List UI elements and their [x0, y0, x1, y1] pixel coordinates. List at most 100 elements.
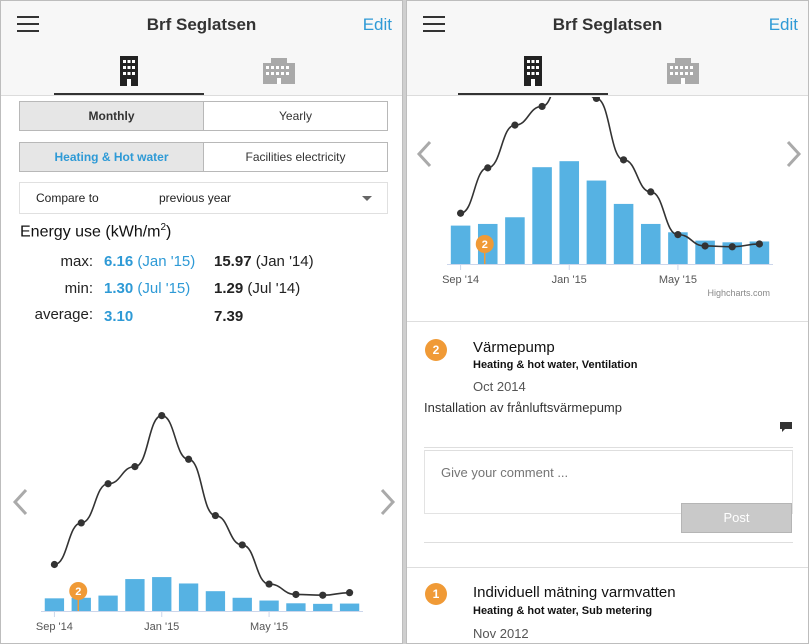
edit-button[interactable]: Edit	[363, 15, 392, 35]
chevron-left-icon[interactable]	[415, 139, 435, 169]
divider	[407, 567, 808, 568]
comment-icon[interactable]	[779, 421, 793, 433]
chart-bar	[505, 217, 525, 264]
chart-line-point	[184, 455, 193, 463]
category-electricity-button[interactable]: Facilities electricity	[203, 143, 387, 171]
chart-bar	[613, 203, 634, 264]
chart-bar	[178, 583, 199, 611]
note-date: Oct 2014	[473, 379, 526, 394]
chart-credits: Highcharts.com	[707, 288, 770, 298]
chart-line-point	[728, 243, 736, 251]
chart-line-point	[319, 591, 327, 599]
note-number-badge[interactable]: 1	[425, 583, 447, 605]
chart-bar	[259, 600, 279, 611]
chart-bar	[44, 598, 65, 611]
chart-line-point	[647, 188, 655, 196]
stat-current-average: 3.10	[104, 308, 134, 325]
tab-apartments[interactable]	[204, 51, 354, 95]
chart-line-point	[345, 589, 354, 597]
note-date: Nov 2012	[473, 626, 529, 641]
note-title: Värmepump	[473, 339, 555, 356]
chart-line-point	[619, 156, 628, 164]
x-tick-label: May '15	[659, 274, 697, 286]
x-tick-label: Sep '14	[442, 274, 479, 286]
dropdown-caret-icon	[362, 196, 372, 201]
compare-value: previous year	[159, 191, 232, 205]
stat-current-min: 1.30 (Jul '15)	[104, 280, 191, 297]
chart-bar	[586, 180, 607, 264]
chart-series-line	[54, 414, 350, 597]
building-icon	[120, 56, 138, 86]
category-selector: Heating & Hot water Facilities electrici…	[19, 142, 388, 172]
chart-bar	[532, 167, 552, 264]
chart-bar	[559, 161, 580, 264]
chart-bar	[98, 595, 118, 611]
energy-use-title: Energy use (kWh/m2)	[20, 222, 172, 241]
chart-line-point	[674, 231, 682, 239]
divider	[424, 542, 793, 543]
tab-building[interactable]	[54, 51, 204, 95]
period-yearly-button[interactable]: Yearly	[203, 102, 387, 130]
chart-bar	[125, 579, 145, 611]
chart-line-point	[265, 580, 273, 588]
stat-previous-average: 7.39	[214, 308, 244, 325]
x-tick-label: Sep '14	[36, 621, 73, 633]
chart-bar	[313, 603, 333, 611]
chart-bar	[232, 597, 252, 611]
compare-dropdown[interactable]: Compare to previous year	[19, 182, 388, 214]
tab-apartments[interactable]	[608, 51, 758, 95]
chart-line-point	[755, 240, 764, 248]
edit-button[interactable]: Edit	[769, 15, 798, 35]
chart-line-point	[701, 242, 709, 250]
chart-line-point	[484, 164, 492, 172]
tab-building[interactable]	[458, 51, 608, 95]
x-tick-label: Jan '15	[144, 621, 179, 633]
x-tick-label: Jan '15	[552, 274, 587, 286]
tab-active-indicator	[54, 93, 204, 95]
left-panel: Brf Seglatsen Edit Monthly Yearly Heatin…	[0, 0, 403, 644]
chart-line-point	[292, 590, 300, 599]
note-description: Installation av frånluftsvärmepump	[424, 400, 622, 415]
note-number-badge[interactable]: 2	[425, 339, 447, 361]
chart-line-point	[131, 463, 139, 471]
stat-label-min: min:	[64, 280, 93, 297]
app-header: Brf Seglatsen Edit	[1, 1, 402, 96]
chart-line-point	[77, 519, 85, 527]
chart-bar	[286, 603, 306, 611]
chart-bar	[450, 225, 471, 264]
stat-current-max: 6.16 (Jan '15)	[104, 253, 196, 270]
note-marker-label: 2	[75, 586, 81, 598]
period-monthly-button[interactable]: Monthly	[20, 102, 203, 130]
compare-label: Compare to	[36, 191, 99, 205]
apartment-block-icon	[263, 58, 295, 84]
building-icon	[524, 56, 542, 86]
note-tags: Heating & hot water, Ventilation	[473, 359, 638, 371]
chart-bar	[71, 597, 91, 611]
stat-label-average: average:	[34, 306, 93, 323]
energy-chart: Sep '14 Jan '15 May '15 2 Highcharts.com	[442, 97, 773, 298]
chart-bar	[640, 223, 661, 264]
post-button[interactable]: Post	[681, 503, 792, 533]
tab-active-indicator	[458, 93, 608, 95]
stat-previous-max: 15.97 (Jan '14)	[214, 253, 314, 270]
category-heating-button[interactable]: Heating & Hot water	[20, 143, 203, 171]
note-tags: Heating & hot water, Sub metering	[473, 605, 653, 617]
note-marker-label: 2	[482, 239, 488, 251]
chart-line-point	[158, 412, 166, 420]
chevron-right-icon[interactable]	[783, 139, 803, 169]
app-title: Brf Seglatsen	[552, 15, 663, 34]
chart-line-point	[50, 560, 59, 569]
app-title: Brf Seglatsen	[146, 15, 257, 34]
chart-line-point	[456, 209, 465, 217]
stat-previous-min: 1.29 (Jul '14)	[214, 280, 301, 297]
chart-bar	[205, 591, 226, 611]
chart-bar	[339, 603, 360, 611]
chart-line-point	[104, 480, 112, 488]
apartment-block-icon	[667, 58, 699, 84]
chart-line-point	[511, 121, 519, 129]
x-tick-label: May '15	[250, 621, 288, 633]
chart-line-point	[238, 541, 246, 549]
period-selector: Monthly Yearly	[19, 101, 388, 131]
chart-bar	[152, 577, 172, 611]
chart-line-point	[538, 102, 546, 111]
